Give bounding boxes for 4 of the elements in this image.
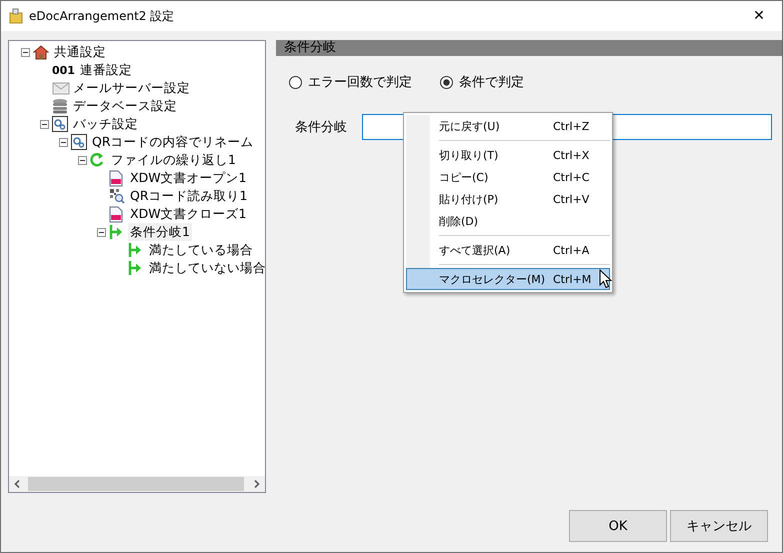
counter-label: 001 xyxy=(52,64,75,76)
panel-header: 条件分岐 xyxy=(276,40,782,56)
field-label: 条件分岐 xyxy=(295,119,348,136)
window-title: eDocArrangement2 設定 xyxy=(29,8,174,24)
